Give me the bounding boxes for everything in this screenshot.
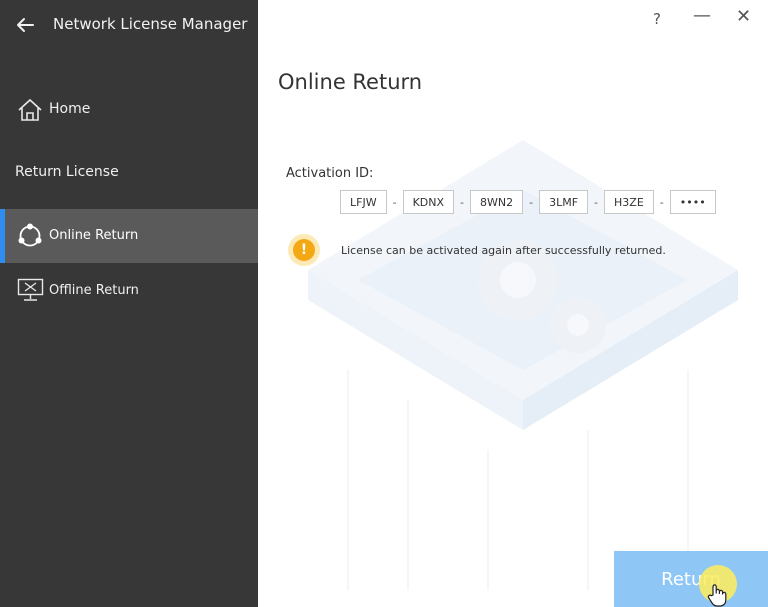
activation-id-segment-6[interactable]: •••• — [669, 190, 716, 214]
offline-return-icon — [17, 278, 44, 301]
sidebar-item-online-return[interactable]: Online Return — [0, 209, 258, 263]
segment-separator: - — [594, 195, 599, 209]
segment-separator: - — [460, 195, 464, 209]
sidebar-item-label: Online Return — [49, 228, 139, 243]
selected-indicator — [0, 209, 5, 263]
activation-id-segment-2[interactable]: KDNX — [402, 190, 455, 214]
activation-id-segment-1[interactable]: LFJW — [340, 190, 387, 214]
activation-id-segment-3[interactable]: 8WN2 — [470, 190, 524, 214]
warning-icon: ! — [288, 234, 320, 266]
notice-text: License can be activated again after suc… — [341, 243, 666, 257]
minimize-button[interactable]: — — [693, 5, 711, 26]
page-title: Online Return — [278, 70, 423, 94]
sidebar-item-offline-return[interactable]: Offline Return — [0, 265, 258, 315]
main-panel: ? — ✕ Online Return Activation ID: LFJW … — [258, 0, 768, 607]
segment-separator: - — [659, 195, 664, 209]
back-arrow-icon[interactable] — [14, 14, 36, 36]
segment-separator: - — [392, 195, 397, 209]
activation-id-fields: LFJW - KDNX - 8WN2 - 3LMF - H3ZE - •••• — [340, 190, 716, 214]
sidebar: Network License Manager Home Return Lice… — [0, 0, 258, 607]
segment-separator: - — [529, 195, 534, 209]
home-icon — [18, 98, 42, 121]
app-title: Network License Manager — [53, 15, 248, 33]
return-button[interactable]: Return — [614, 551, 768, 607]
license-manager-window: Network License Manager Home Return Lice… — [0, 0, 768, 607]
sidebar-header: Network License Manager — [0, 0, 258, 50]
section-heading-return-license: Return License — [15, 164, 119, 180]
background-illustration — [308, 140, 738, 590]
help-button[interactable]: ? — [653, 10, 661, 28]
activation-id-segment-4[interactable]: 3LMF — [539, 190, 589, 214]
sidebar-item-label: Offline Return — [49, 283, 139, 298]
online-return-icon — [18, 223, 42, 247]
close-button[interactable]: ✕ — [736, 6, 751, 27]
notice-message: ! License can be activated again after s… — [288, 233, 666, 267]
activation-id-label: Activation ID: — [286, 166, 374, 181]
activation-id-segment-5[interactable]: H3ZE — [604, 190, 654, 214]
sidebar-item-label: Home — [49, 101, 91, 117]
sidebar-item-home[interactable]: Home — [0, 88, 258, 132]
hand-cursor-icon — [707, 584, 727, 607]
